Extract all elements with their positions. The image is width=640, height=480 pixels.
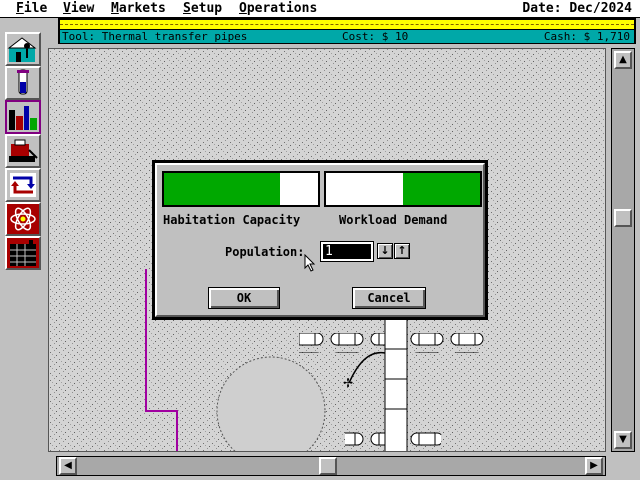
habitation-capacity-gauge — [162, 171, 320, 207]
construction-vehicle-icon — [9, 139, 38, 162]
workload-gauge-fill — [403, 173, 480, 205]
tool-city-button[interactable] — [5, 100, 41, 134]
population-dialog: Habitation Capacity Workload Demand Popu… — [152, 160, 488, 320]
tool-info-strip: Tool: Thermal transfer pipes Cost: $ 10 … — [60, 30, 634, 43]
menu-setup[interactable]: Setup — [183, 1, 222, 16]
svg-text:✢: ✢ — [343, 376, 353, 390]
cost-text: Cost: $ 10 — [342, 30, 409, 43]
tool-research-button[interactable] — [5, 66, 41, 100]
menu-bar: File View Markets Setup Operations Date:… — [0, 0, 640, 18]
atom-icon — [7, 204, 39, 234]
vertical-scroll-thumb[interactable] — [614, 209, 632, 227]
tool-construction-button[interactable] — [5, 134, 41, 168]
menu-markets[interactable]: Markets — [111, 1, 166, 16]
tool-palette — [0, 28, 48, 480]
message-strip — [60, 20, 634, 29]
colony-building-icon — [7, 37, 37, 62]
scrollbar-corner — [611, 456, 635, 476]
workload-demand-label: Workload Demand — [339, 213, 448, 227]
test-tube-icon — [17, 69, 29, 95]
tool-recycle-button[interactable] — [5, 168, 41, 202]
workload-demand-gauge — [324, 171, 482, 207]
population-label: Population: — [225, 245, 305, 259]
population-increase-button[interactable]: ↑ — [394, 243, 410, 259]
ok-button[interactable]: OK — [208, 287, 280, 309]
habitation-gauge-fill — [164, 173, 280, 205]
scroll-up-button[interactable]: ▲ — [614, 51, 632, 69]
scroll-left-button[interactable]: ◀ — [59, 457, 77, 475]
habitation-capacity-label: Habitation Capacity — [163, 213, 301, 227]
tool-industry-button[interactable] — [5, 236, 41, 270]
menu-operations[interactable]: Operations — [239, 1, 317, 16]
population-decrease-button[interactable]: ↓ — [377, 243, 393, 259]
cancel-button[interactable]: Cancel — [352, 287, 426, 309]
factory-grid-icon — [7, 238, 39, 268]
pipe-vertical — [384, 318, 408, 451]
vertical-scrollbar[interactable]: ▲ ▼ — [611, 48, 635, 452]
scroll-down-button[interactable]: ▼ — [614, 431, 632, 449]
horizontal-scroll-thumb[interactable] — [319, 457, 337, 475]
city-buildings-icon — [9, 106, 37, 130]
horizontal-scrollbar[interactable]: ◀ ▶ — [56, 456, 606, 476]
mouse-cursor-icon — [304, 254, 316, 272]
menu-view[interactable]: View — [63, 1, 94, 16]
date-display: Date: Dec/2024 — [522, 1, 632, 16]
tool-colony-button[interactable] — [5, 32, 41, 66]
dialog-body: Habitation Capacity Workload Demand Popu… — [155, 163, 485, 317]
cash-text: Cash: $ 1,710 — [543, 30, 630, 43]
scroll-right-button[interactable]: ▶ — [585, 457, 603, 475]
recycle-arrows-icon — [10, 173, 36, 197]
tool-energy-button[interactable] — [5, 202, 41, 236]
status-bar: Tool: Thermal transfer pipes Cost: $ 10 … — [58, 18, 636, 44]
current-tool-text: Tool: Thermal transfer pipes — [62, 30, 248, 43]
menu-file[interactable]: File — [16, 1, 47, 16]
population-input[interactable]: 1 — [320, 241, 374, 262]
